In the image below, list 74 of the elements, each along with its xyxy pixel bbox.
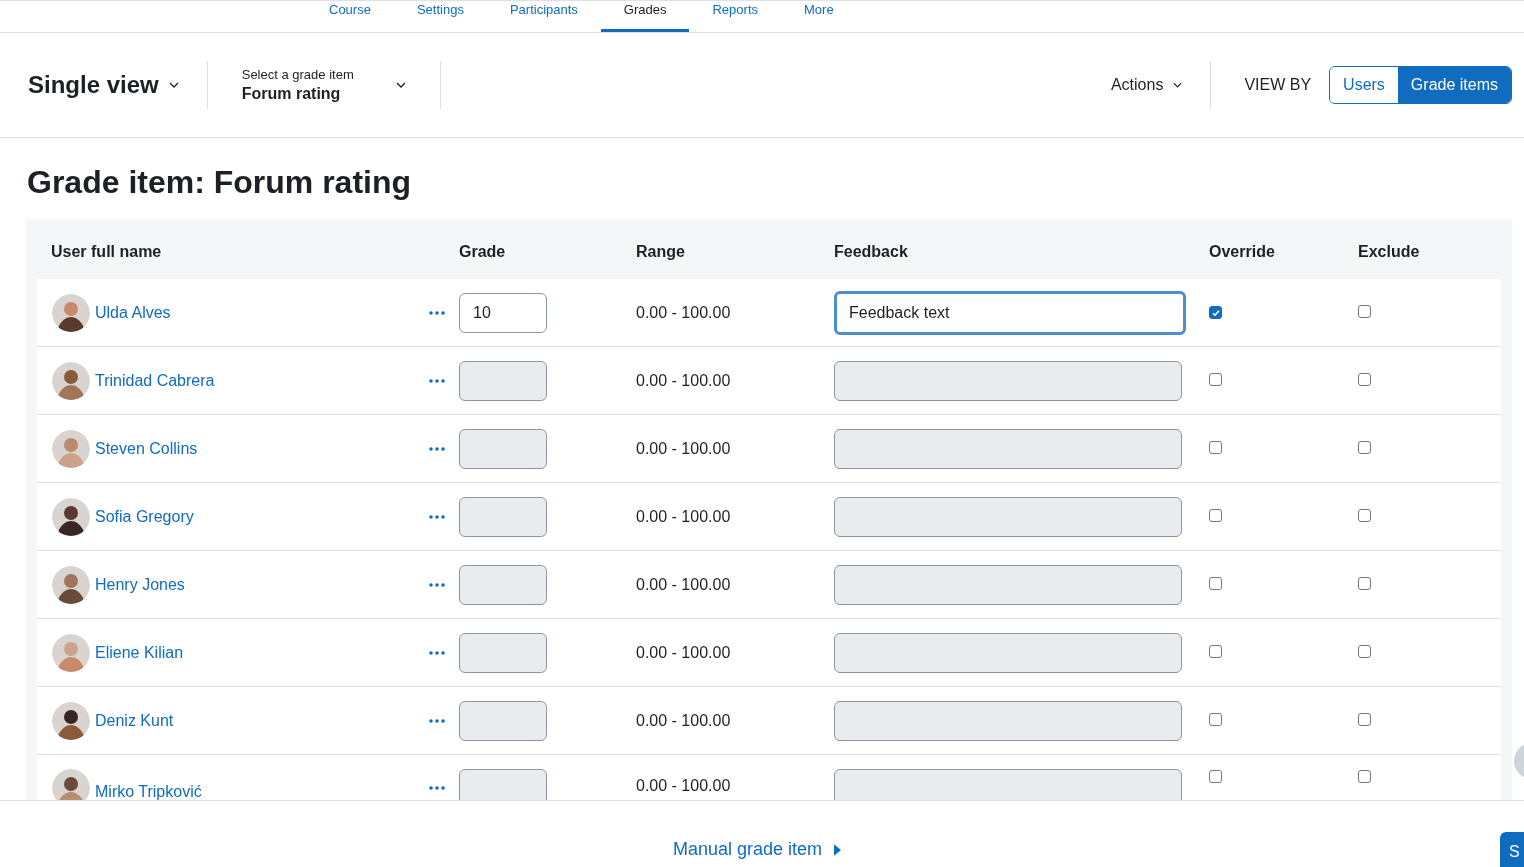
feedback-field[interactable]: Feedback text xyxy=(834,290,1186,335)
user-link[interactable]: Steven Collins xyxy=(95,439,198,458)
avatar-icon xyxy=(52,429,90,468)
more-options-icon[interactable] xyxy=(429,514,445,519)
user-link[interactable]: Ulda Alves xyxy=(95,303,171,322)
user-link[interactable]: Mirko Tripković xyxy=(95,783,202,800)
column-header: Grade xyxy=(459,243,507,261)
more-options-icon[interactable] xyxy=(429,650,445,655)
exclude-checkbox[interactable] xyxy=(1358,304,1371,318)
user-link[interactable]: Deniz Kunt xyxy=(95,711,174,730)
column-header: Exclude xyxy=(1358,243,1421,261)
exclude-checkbox[interactable] xyxy=(1358,508,1371,522)
range-text: 0.00 - 100.00 xyxy=(636,303,732,322)
chevron-down-icon xyxy=(168,82,179,88)
nav-tab[interactable]: Course xyxy=(306,1,394,32)
range-text: 0.00 - 100.00 xyxy=(636,777,732,795)
caret-right-icon xyxy=(834,843,842,856)
range-text: 0.00 - 100.00 xyxy=(636,643,732,662)
grade-field[interactable]: 10 xyxy=(459,292,547,333)
more-options-icon[interactable] xyxy=(429,378,445,383)
column-header: Range xyxy=(636,243,686,261)
exclude-checkbox[interactable] xyxy=(1358,644,1371,658)
more-options-icon[interactable] xyxy=(429,310,445,315)
avatar-icon xyxy=(52,565,90,604)
save-button[interactable]: S xyxy=(1500,832,1524,867)
avatar-icon xyxy=(52,633,90,672)
avatar-icon xyxy=(52,497,90,536)
nav-tab[interactable]: Settings xyxy=(393,1,487,32)
exclude-checkbox[interactable] xyxy=(1358,712,1371,726)
nav-tab[interactable]: Participants xyxy=(486,1,601,32)
override-checkbox[interactable] xyxy=(1209,372,1222,386)
override-checkbox[interactable] xyxy=(1209,770,1222,783)
column-header: Feedback xyxy=(834,243,909,261)
column-header: User full name xyxy=(50,243,163,261)
manual-grade-item-link[interactable]: Manual grade item xyxy=(672,839,842,860)
exclude-checkbox[interactable] xyxy=(1358,770,1371,783)
avatar-icon xyxy=(52,293,90,332)
override-checkbox[interactable] xyxy=(1209,576,1222,590)
actions-menu[interactable]: Actions xyxy=(1110,76,1183,94)
range-text: 0.00 - 100.00 xyxy=(636,371,732,390)
range-text: 0.00 - 100.00 xyxy=(636,439,732,458)
override-checkbox[interactable] xyxy=(1209,306,1222,319)
page-title: Grade item: Forum rating xyxy=(27,164,413,201)
more-options-icon[interactable] xyxy=(429,446,445,451)
override-checkbox[interactable] xyxy=(1209,508,1222,522)
avatar-icon xyxy=(52,701,90,740)
exclude-checkbox[interactable] xyxy=(1358,372,1371,386)
more-options-icon[interactable] xyxy=(429,786,445,790)
exclude-checkbox[interactable] xyxy=(1358,440,1371,454)
avatar-icon xyxy=(52,769,90,800)
chevron-down-icon xyxy=(1173,82,1183,88)
user-link[interactable]: Eliene Kilian xyxy=(95,643,184,662)
grade-item-selector[interactable]: Select a grade item Forum rating xyxy=(207,67,440,103)
chevron-down-icon xyxy=(395,82,406,88)
override-checkbox[interactable] xyxy=(1209,644,1222,658)
column-header: Override xyxy=(1209,243,1276,261)
range-text: 0.00 - 100.00 xyxy=(636,575,732,594)
view-menu[interactable]: Single view xyxy=(28,71,179,99)
nav-tab[interactable]: Grades xyxy=(600,1,690,32)
more-options-icon[interactable] xyxy=(429,582,445,587)
override-checkbox[interactable] xyxy=(1209,712,1222,726)
avatar-icon xyxy=(52,361,90,400)
range-text: 0.00 - 100.00 xyxy=(636,711,732,730)
nav-tab[interactable]: More xyxy=(781,1,857,32)
exclude-checkbox[interactable] xyxy=(1358,576,1371,590)
override-checkbox[interactable] xyxy=(1209,440,1222,454)
nav-tab[interactable]: Reports xyxy=(689,1,781,32)
more-options-icon[interactable] xyxy=(429,718,445,723)
user-link[interactable]: Henry Jones xyxy=(95,575,185,594)
user-link[interactable]: Trinidad Cabrera xyxy=(95,371,215,390)
range-text: 0.00 - 100.00 xyxy=(636,507,732,526)
view-by-toggle[interactable]: Grade items xyxy=(1397,67,1511,103)
user-link[interactable]: Sofia Gregory xyxy=(95,507,194,526)
view-by-label: VIEW BY xyxy=(1244,76,1312,94)
